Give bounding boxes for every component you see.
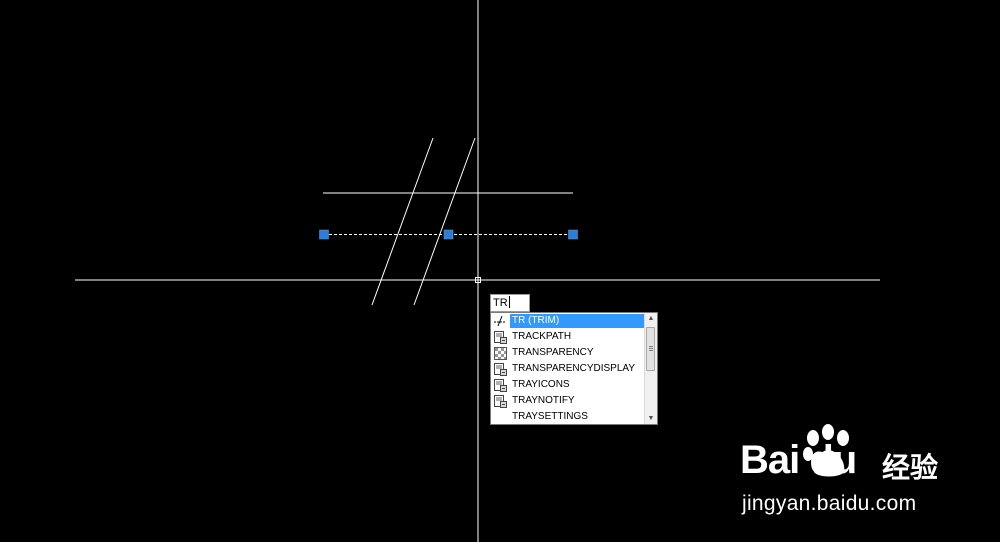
autocomplete-list[interactable]: TR (TRIM) TRACKPATH TRANSPARENCY TRANSPA…	[490, 312, 658, 425]
scroll-down-arrow-icon[interactable]: ▼	[645, 413, 657, 424]
suggestion-item-transparency[interactable]: TRANSPARENCY	[491, 345, 644, 361]
command-input-text: TR	[493, 297, 508, 309]
system-variable-icon	[493, 378, 507, 392]
text-caret	[508, 296, 510, 308]
system-variable-icon	[493, 394, 507, 408]
grip-start[interactable]	[319, 229, 329, 240]
trim-icon	[493, 314, 507, 328]
suggestion-label: TR (TRIM)	[510, 314, 644, 328]
system-variable-icon	[493, 362, 507, 376]
thumb-grip-line	[649, 348, 653, 349]
suggestion-label: TRACKPATH	[512, 331, 572, 342]
command-input[interactable]: TR	[490, 294, 530, 312]
watermark-url: jingyan.baidu.com	[742, 492, 917, 515]
suggestion-item-trim[interactable]: TR (TRIM)	[491, 313, 644, 329]
suggestion-label: TRANSPARENCY	[512, 347, 594, 358]
suggestion-item-trayicons[interactable]: TRAYICONS	[491, 377, 644, 393]
autocomplete-scrollbar[interactable]: ▲ ▼	[644, 313, 657, 424]
suggestion-label: TRAYSETTINGS	[512, 411, 588, 422]
watermark-product: 经验	[882, 451, 939, 484]
suggestion-label: TRAYICONS	[512, 379, 570, 390]
blank-icon	[493, 410, 507, 424]
scroll-thumb[interactable]	[646, 327, 655, 371]
suggestion-label: TRAYNOTIFY	[512, 395, 575, 406]
suggestion-item-traynotify[interactable]: TRAYNOTIFY	[491, 393, 644, 409]
grip-midpoint[interactable]	[443, 229, 454, 240]
suggestion-label: TRANSPARENCYDISPLAY	[512, 363, 635, 374]
grip-end[interactable]	[568, 229, 578, 240]
suggestion-item-transparencydisplay[interactable]: TRANSPARENCYDISPLAY	[491, 361, 644, 377]
suggestion-item-traysettings[interactable]: TRAYSETTINGS	[491, 409, 644, 424]
scroll-up-arrow-icon[interactable]: ▲	[645, 313, 657, 324]
baidu-jingyan-watermark: Bai du 经验 jingyan.baidu.com	[740, 424, 960, 524]
transparency-icon	[493, 346, 507, 360]
suggestion-item-trackpath[interactable]: TRACKPATH	[491, 329, 644, 345]
thumb-grip-line	[649, 346, 653, 347]
watermark-brand: Bai du	[740, 438, 857, 482]
system-variable-icon	[493, 330, 507, 344]
thumb-grip-line	[649, 350, 653, 351]
